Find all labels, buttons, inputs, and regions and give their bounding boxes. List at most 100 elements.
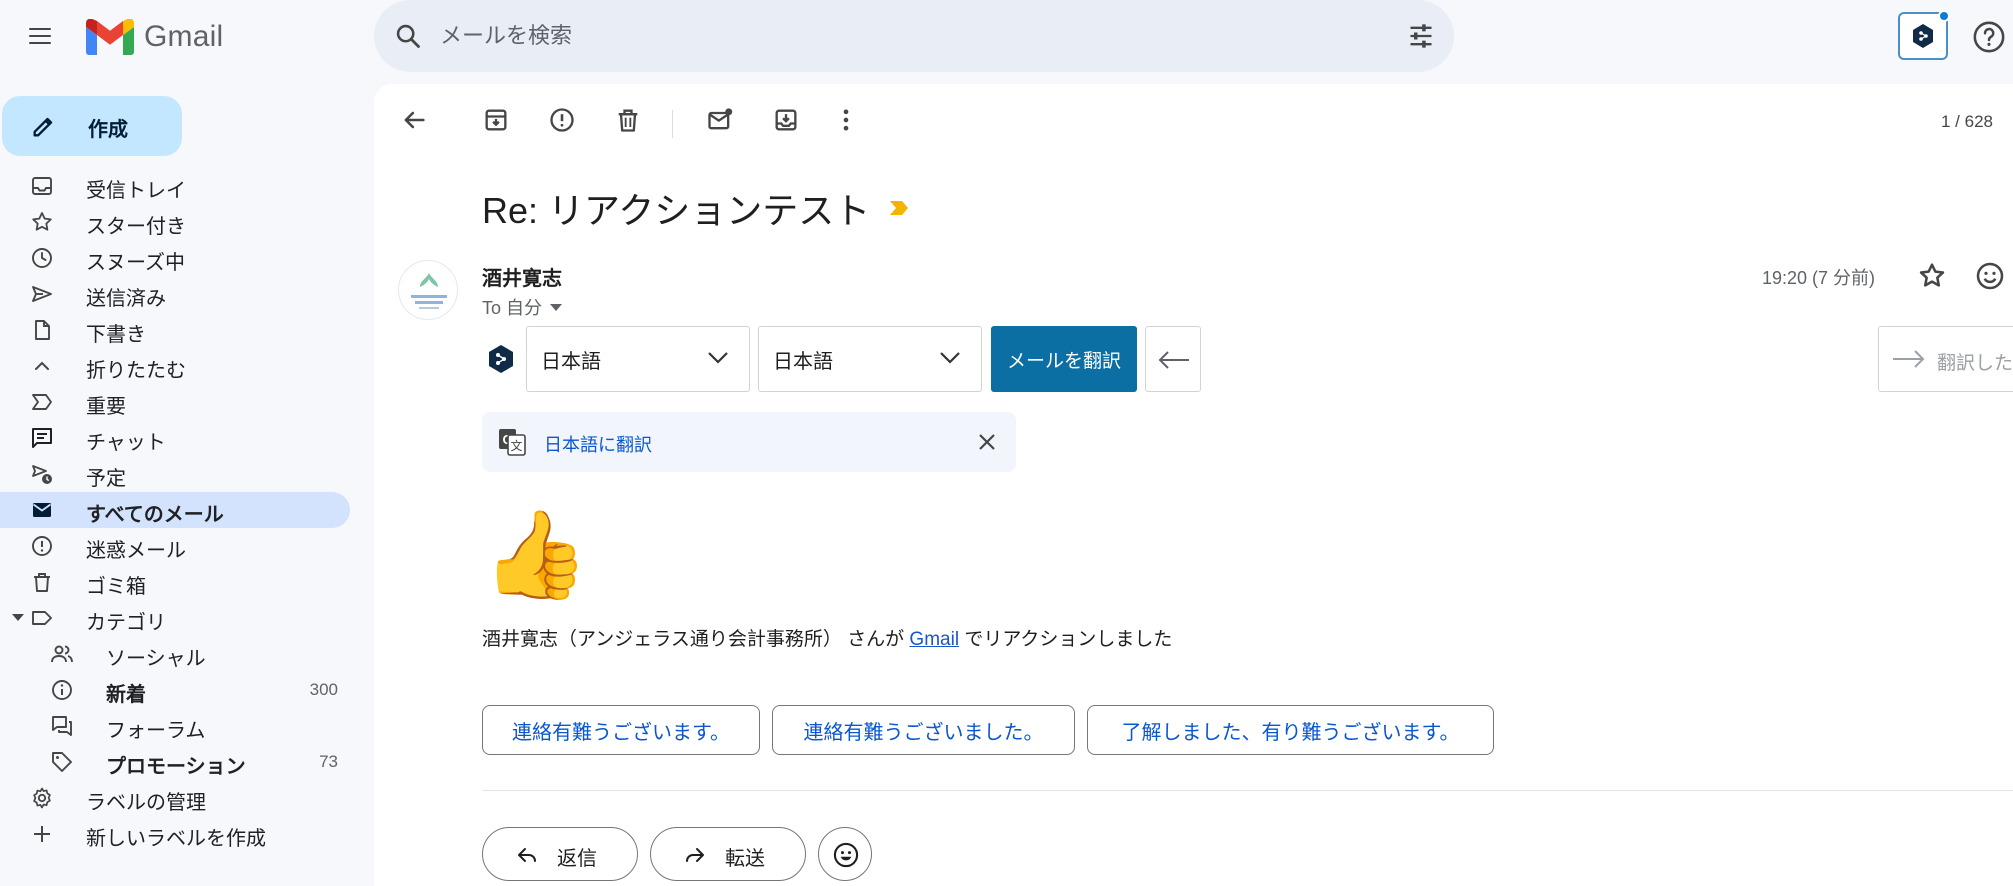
sidebar-item-label: チャット xyxy=(86,432,166,454)
help-icon[interactable] xyxy=(1972,20,2006,54)
pencil-icon xyxy=(33,117,53,137)
recipient-details[interactable]: To 自分 xyxy=(482,294,563,320)
reply-button[interactable]: 返信 xyxy=(482,827,638,881)
sidebar-nav: 受信トレイ スター付き スヌーズ中 送信済み 下書き 折りたたむ 重要 チャット… xyxy=(0,168,360,852)
gmail-logo[interactable]: Gmail xyxy=(86,18,223,56)
search-bar[interactable] xyxy=(374,0,1454,72)
show-translation-label: 翻訳した× xyxy=(1937,353,2013,374)
important-icon xyxy=(32,394,52,410)
sidebar-item-label: 迷惑メール xyxy=(86,540,186,562)
move-to-icon[interactable] xyxy=(772,106,800,134)
inbox-icon xyxy=(32,177,52,195)
search-input[interactable] xyxy=(440,14,1340,58)
message-time: 19:20 (7 分前) xyxy=(1762,268,1876,288)
search-options-icon[interactable] xyxy=(1406,22,1436,50)
translate-to-japanese-link[interactable]: 日本語に翻訳 xyxy=(544,431,652,457)
gmail-app: Gmail メールを検索 作成 受信トレイ スター付き スヌーズ中 送信済み 下… xyxy=(0,0,2013,886)
sidebar-item-label: すべてのメール xyxy=(86,504,224,526)
sidebar-item-label: スター付き xyxy=(86,216,186,238)
gmail-link[interactable]: Gmail xyxy=(909,629,959,650)
sidebar-item-label: フォーラム xyxy=(106,720,206,742)
source-language-select[interactable]: 日本語 xyxy=(526,326,750,392)
sidebar-item-social[interactable]: ソーシャル xyxy=(0,636,350,672)
main-menu-button[interactable] xyxy=(22,18,58,54)
smart-reply-chip[interactable]: 連絡有難うございました。 xyxy=(772,705,1075,755)
sidebar-item-manage-labels[interactable]: ラベルの管理 xyxy=(0,780,350,816)
sidebar-item-chat[interactable]: チャット xyxy=(0,420,350,456)
compose-label: 作成 xyxy=(88,119,128,141)
gear-icon xyxy=(33,787,51,809)
arrow-right-icon xyxy=(1893,350,1925,368)
delete-icon[interactable] xyxy=(614,106,642,134)
forward-button[interactable]: 転送 xyxy=(650,827,806,881)
reply-icon xyxy=(518,848,536,862)
gmail-m-icon xyxy=(86,19,134,55)
show-original-button[interactable] xyxy=(1145,326,1201,392)
tag-icon xyxy=(52,752,72,772)
sidebar-item-less[interactable]: 折りたたむ xyxy=(0,348,350,384)
sidebar-item-label: ラベルの管理 xyxy=(86,792,206,814)
sidebar: 作成 受信トレイ スター付き スヌーズ中 送信済み 下書き 折りたたむ 重要 チ… xyxy=(0,72,360,886)
important-marker-icon[interactable] xyxy=(888,199,910,217)
deepl-extension-button[interactable] xyxy=(1898,10,1950,60)
arrow-left-icon xyxy=(1158,351,1189,369)
sidebar-item-sent[interactable]: 送信済み xyxy=(0,276,350,312)
star-icon[interactable] xyxy=(1916,260,1948,292)
sidebar-item-label: 重要 xyxy=(86,396,126,418)
more-vert-icon[interactable] xyxy=(832,106,860,134)
sidebar-item-trash[interactable]: ゴミ箱 xyxy=(0,564,350,600)
sidebar-item-label: カテゴリ xyxy=(86,612,166,634)
reaction-text-after: でリアクションしました xyxy=(959,629,1173,650)
archive-icon[interactable] xyxy=(482,106,510,134)
unread-count: 73 xyxy=(319,752,338,771)
mark-unread-icon[interactable] xyxy=(706,106,734,134)
search-icon[interactable] xyxy=(394,22,422,50)
back-arrow-icon[interactable] xyxy=(400,106,428,134)
unread-count: 300 xyxy=(309,680,338,699)
close-icon[interactable] xyxy=(976,431,998,453)
emoji-reaction-button[interactable] xyxy=(818,827,872,881)
plus-icon xyxy=(34,826,50,842)
deepl-icon xyxy=(1913,24,1933,48)
svg-text:文: 文 xyxy=(510,438,522,453)
sidebar-item-important[interactable]: 重要 xyxy=(0,384,350,420)
sidebar-item-drafts[interactable]: 下書き xyxy=(0,312,350,348)
sidebar-item-categories[interactable]: カテゴリ xyxy=(0,600,350,636)
message-view: 1 / 628 Re: リアクションテスト 酒井寛志 To 自分 19:20 (… xyxy=(374,84,2013,886)
chevron-down-icon xyxy=(940,352,960,364)
sidebar-item-all-mail[interactable]: すべてのメール xyxy=(0,492,350,528)
sidebar-item-label: プロモーション xyxy=(106,756,246,778)
report-icon xyxy=(32,536,52,556)
sidebar-item-inbox[interactable]: 受信トレイ xyxy=(0,168,350,204)
report-spam-icon[interactable] xyxy=(548,106,576,134)
draft-file-icon xyxy=(35,320,50,340)
scheduled-send-icon xyxy=(32,465,52,484)
sidebar-item-scheduled[interactable]: 予定 xyxy=(0,456,350,492)
info-icon xyxy=(52,680,72,700)
sender-name[interactable]: 酒井寛志 xyxy=(482,262,562,291)
star-icon xyxy=(32,212,52,231)
show-translation-button[interactable]: 翻訳した× xyxy=(1878,326,2013,392)
add-reaction-icon[interactable] xyxy=(1974,260,2006,292)
sidebar-item-label: ゴミ箱 xyxy=(86,576,146,598)
reaction-text-before: 酒井寛志（アンジェラス通り会計事務所） さんが xyxy=(482,629,910,650)
sidebar-item-forums[interactable]: フォーラム xyxy=(0,708,350,744)
sender-avatar[interactable] xyxy=(398,260,458,320)
translate-email-button[interactable]: メールを翻訳 xyxy=(991,326,1137,392)
sidebar-item-promotions[interactable]: プロモーション 73 xyxy=(0,744,350,780)
sidebar-item-updates[interactable]: 新着 300 xyxy=(0,672,350,708)
caret-down-icon[interactable] xyxy=(12,614,24,621)
smart-reply-chip[interactable]: 連絡有難うございます。 xyxy=(482,705,760,755)
sidebar-item-label: 下書き xyxy=(86,324,146,346)
smart-reply-chip[interactable]: 了解しました、有り難うございます。 xyxy=(1087,705,1494,755)
compose-button[interactable]: 作成 xyxy=(2,96,182,156)
sidebar-item-label: スヌーズ中 xyxy=(86,252,185,274)
source-language-value: 日本語 xyxy=(541,350,601,373)
target-language-select[interactable]: 日本語 xyxy=(758,326,982,392)
sidebar-item-create-label[interactable]: 新しいラベルを作成 xyxy=(0,816,350,852)
sidebar-item-starred[interactable]: スター付き xyxy=(0,204,350,240)
sidebar-item-snoozed[interactable]: スヌーズ中 xyxy=(0,240,350,276)
sidebar-item-spam[interactable]: 迷惑メール xyxy=(0,528,350,564)
caret-down-icon[interactable] xyxy=(550,303,563,311)
sidebar-item-label: 予定 xyxy=(86,468,126,490)
